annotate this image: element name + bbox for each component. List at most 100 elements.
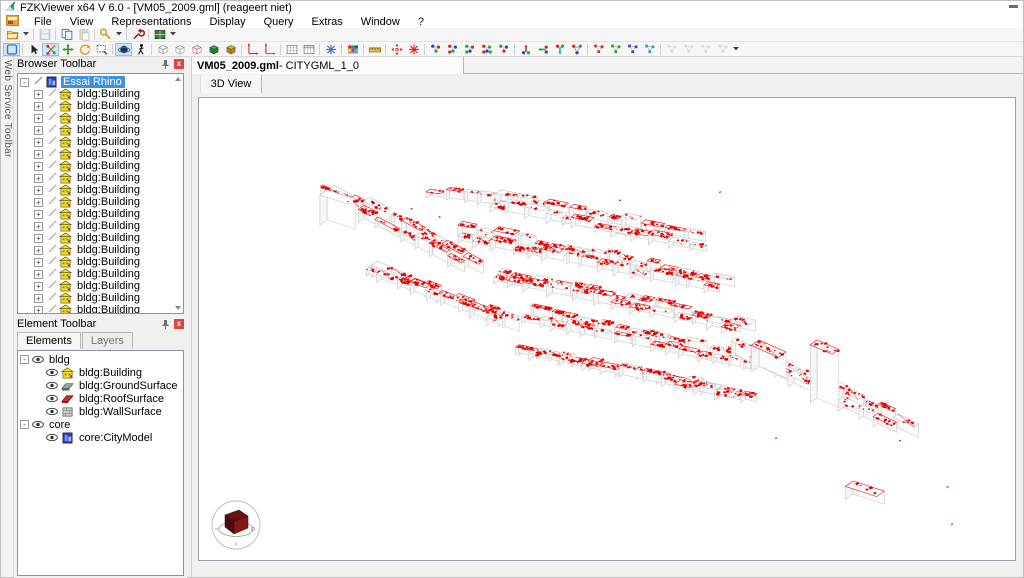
flake-red-button[interactable] bbox=[405, 43, 422, 56]
3d-viewport[interactable] bbox=[198, 97, 1016, 561]
axes-red-button[interactable] bbox=[244, 43, 261, 56]
net-2-button[interactable] bbox=[607, 43, 624, 56]
browser-tree-item[interactable]: +bldg:Building bbox=[34, 100, 183, 112]
nodes-1-button[interactable] bbox=[427, 43, 444, 56]
element-group-core[interactable]: -core bbox=[20, 418, 183, 431]
select-arrow-button[interactable] bbox=[25, 43, 42, 56]
expand-box-icon[interactable]: + bbox=[34, 162, 43, 171]
eye-icon[interactable] bbox=[46, 368, 58, 377]
move-multi-button[interactable] bbox=[568, 43, 585, 56]
browser-tree-item[interactable]: +bldg:Building bbox=[34, 136, 183, 148]
rotate-button[interactable] bbox=[76, 43, 93, 56]
wrench-settings-button[interactable] bbox=[129, 28, 146, 41]
eye-icon[interactable] bbox=[46, 381, 58, 390]
nodes-5-button[interactable] bbox=[495, 43, 512, 56]
document-tab[interactable]: VM05_2009.gml - CITYGML_1_0 bbox=[192, 57, 464, 74]
element-panel-close-button[interactable]: x bbox=[174, 319, 184, 329]
menu-item-[interactable]: ? bbox=[409, 16, 433, 28]
browser-tree-item[interactable]: +bldg:Building bbox=[34, 184, 183, 196]
browser-tree-item[interactable]: +bldg:Building bbox=[34, 280, 183, 292]
browser-tree-item[interactable]: +bldg:Building bbox=[34, 256, 183, 268]
tab-layers[interactable]: Layers bbox=[82, 332, 133, 349]
expand-box-icon[interactable]: + bbox=[34, 126, 43, 135]
box-red-button[interactable] bbox=[188, 43, 205, 56]
move-red-button[interactable] bbox=[517, 43, 534, 56]
tab-elements[interactable]: Elements bbox=[17, 332, 81, 349]
browser-tree-item[interactable]: +bldg:Building bbox=[34, 160, 183, 172]
open-file-button[interactable] bbox=[4, 28, 21, 41]
expand-box-icon[interactable]: + bbox=[34, 294, 43, 303]
scroll-down-arrow[interactable] bbox=[175, 306, 181, 310]
collapse-box-icon[interactable]: - bbox=[20, 420, 29, 429]
nodes-3-button[interactable] bbox=[461, 43, 478, 56]
flake-blue-button[interactable] bbox=[322, 43, 339, 56]
browser-tree-item[interactable]: +bldg:Building bbox=[34, 124, 183, 136]
element-item[interactable]: bldg:WallSurface bbox=[46, 405, 183, 418]
dropdown-arrow-icon[interactable] bbox=[21, 31, 31, 38]
ghost-1-button[interactable] bbox=[663, 43, 680, 56]
browser-tree-item[interactable]: +bldg:Building bbox=[34, 88, 183, 100]
paste-button[interactable] bbox=[75, 28, 92, 41]
palette-grid-button[interactable] bbox=[344, 43, 361, 56]
pin-icon[interactable] bbox=[161, 319, 170, 332]
collapse-box-icon[interactable]: - bbox=[20, 78, 29, 87]
ghost-3-button[interactable] bbox=[697, 43, 714, 56]
browser-tree-root[interactable]: -Essai Rhino bbox=[20, 76, 183, 88]
copy-button[interactable] bbox=[58, 28, 75, 41]
net-4-button[interactable] bbox=[641, 43, 658, 56]
eye-icon[interactable] bbox=[46, 407, 58, 416]
eye-icon[interactable] bbox=[32, 420, 44, 429]
browser-tree-item[interactable]: +bldg:Building bbox=[34, 112, 183, 124]
move-green-button[interactable] bbox=[534, 43, 551, 56]
table-grid2-button[interactable] bbox=[300, 43, 317, 56]
element-item[interactable]: core:CityModel bbox=[46, 431, 183, 444]
menu-item-representations[interactable]: Representations bbox=[102, 16, 200, 28]
element-group-bldg[interactable]: -bldg bbox=[20, 353, 183, 366]
menu-item-file[interactable]: File bbox=[25, 16, 61, 28]
browser-tree-item[interactable]: +bldg:Building bbox=[34, 232, 183, 244]
ghost-2-button[interactable] bbox=[680, 43, 697, 56]
scroll-up-arrow[interactable] bbox=[175, 77, 181, 81]
nodes-2-button[interactable] bbox=[444, 43, 461, 56]
help-key-button[interactable] bbox=[97, 28, 114, 41]
expand-box-icon[interactable]: + bbox=[34, 282, 43, 291]
browser-tree-item[interactable]: +bldg:Building bbox=[34, 268, 183, 280]
expand-box-icon[interactable]: + bbox=[34, 270, 43, 279]
pan-button[interactable] bbox=[59, 43, 76, 56]
save-file-button[interactable] bbox=[36, 28, 53, 41]
expand-box-icon[interactable]: + bbox=[34, 114, 43, 123]
net-3-button[interactable] bbox=[624, 43, 641, 56]
menu-item-extras[interactable]: Extras bbox=[303, 16, 352, 28]
orientation-compass[interactable] bbox=[209, 498, 263, 552]
orbit-button[interactable] bbox=[115, 43, 132, 56]
expand-box-icon[interactable]: + bbox=[34, 198, 43, 207]
menu-item-query[interactable]: Query bbox=[255, 16, 303, 28]
expand-box-icon[interactable]: + bbox=[34, 234, 43, 243]
box-hidden-button[interactable] bbox=[171, 43, 188, 56]
pin-icon[interactable] bbox=[161, 59, 170, 72]
expand-box-icon[interactable]: + bbox=[34, 306, 43, 315]
dropdown-arrow-icon[interactable] bbox=[114, 31, 124, 38]
box-green-button[interactable] bbox=[205, 43, 222, 56]
expand-box-icon[interactable]: + bbox=[34, 258, 43, 267]
browser-tree-item[interactable]: +bldg:Building bbox=[34, 244, 183, 256]
eye-icon[interactable] bbox=[46, 394, 58, 403]
expand-box-icon[interactable]: + bbox=[34, 222, 43, 231]
render-settings-button[interactable] bbox=[151, 28, 168, 41]
browser-tree-item[interactable]: +bldg:Building bbox=[34, 196, 183, 208]
browser-tree-item[interactable]: +bldg:Building bbox=[34, 148, 183, 160]
expand-box-icon[interactable]: + bbox=[34, 246, 43, 255]
table-grid-button[interactable] bbox=[283, 43, 300, 56]
browser-panel-close-button[interactable]: x bbox=[174, 59, 184, 69]
zoom-window-button[interactable] bbox=[93, 43, 110, 56]
browser-tree-item[interactable]: +bldg:Building bbox=[34, 292, 183, 304]
browser-tree-item[interactable]: +bldg:Building bbox=[34, 208, 183, 220]
menu-item-view[interactable]: View bbox=[61, 16, 103, 28]
browser-tree-item[interactable]: +bldg:Building bbox=[34, 220, 183, 232]
box-gold-button[interactable] bbox=[222, 43, 239, 56]
dropdown-arrow-icon[interactable] bbox=[731, 46, 741, 53]
view-tab-3d[interactable]: 3D View bbox=[200, 75, 262, 93]
browser-tree-item[interactable]: +bldg:Building bbox=[34, 172, 183, 184]
expand-box-icon[interactable]: + bbox=[34, 186, 43, 195]
dropdown-arrow-icon[interactable] bbox=[168, 31, 178, 38]
